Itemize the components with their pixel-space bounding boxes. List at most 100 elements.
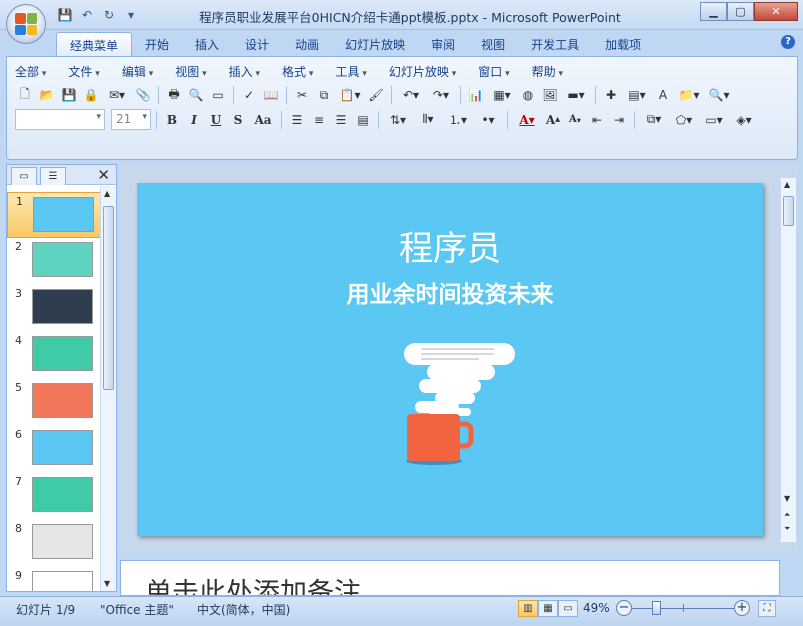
tab-developer[interactable]: 开发工具	[518, 32, 592, 56]
menu-file[interactable]: 文件	[68, 63, 99, 80]
tab-home[interactable]: 开始	[132, 32, 182, 56]
close-button[interactable]: ✕	[754, 2, 798, 21]
menu-slideshow[interactable]: 幻灯片放映	[389, 63, 456, 80]
spelling-icon[interactable]: ✓	[239, 85, 259, 105]
slide-thumbnail-3[interactable]: 3	[7, 285, 101, 331]
shape-fill-icon[interactable]: ◈▾	[730, 110, 758, 130]
menu-tools[interactable]: 工具	[335, 63, 366, 80]
shadow-button[interactable]: S	[228, 110, 248, 130]
slide-thumbnail-5[interactable]: 5	[7, 379, 101, 425]
decrease-indent-icon[interactable]: ⇤	[587, 110, 607, 130]
redo-icon[interactable]: ↷▾	[427, 85, 455, 105]
scroll-up-icon[interactable]: ▲	[104, 189, 110, 198]
slide-thumbnail-2[interactable]: 2	[7, 238, 101, 284]
text-direction-icon[interactable]: ⇅▾	[384, 110, 412, 130]
layout-icon[interactable]: ▤▾	[623, 85, 651, 105]
color-grayscale-icon[interactable]: ▬▾	[562, 85, 590, 105]
tab-review[interactable]: 审阅	[418, 32, 468, 56]
slide-thumbnail-7[interactable]: 7	[7, 473, 101, 519]
slide-canvas[interactable]: 程序员 用业余时间投资未来	[137, 183, 763, 536]
grow-font-button[interactable]: A ▴	[543, 110, 563, 130]
tab-classic-menu[interactable]: 经典菜单	[56, 32, 133, 56]
save-icon[interactable]: 💾	[56, 6, 74, 24]
save-icon[interactable]: 💾	[59, 85, 79, 105]
slide-thumbnail-9[interactable]: 9	[7, 567, 101, 591]
research-icon[interactable]: 📖	[261, 85, 281, 105]
tab-outline-icon[interactable]: ☰	[40, 167, 66, 185]
scroll-down-icon[interactable]: ▼	[104, 579, 110, 588]
tab-slides-icon[interactable]: ▭	[11, 167, 37, 185]
attach-icon[interactable]: 📎	[133, 85, 153, 105]
menu-window[interactable]: 窗口	[478, 63, 509, 80]
slide-sorter-view-icon[interactable]: ▦	[538, 600, 558, 617]
email-icon[interactable]: ✉▾	[103, 85, 131, 105]
shapes-icon[interactable]: ⬠▾	[670, 110, 698, 130]
bold-button[interactable]: B	[162, 110, 182, 130]
scroll-thumb[interactable]	[783, 196, 794, 226]
help-icon[interactable]: ?	[781, 35, 795, 49]
change-case-button[interactable]: Aa	[250, 110, 276, 130]
previous-slide-icon[interactable]: ⏶	[784, 510, 790, 520]
notes-pane[interactable]: 单击此处添加备注	[120, 560, 780, 596]
notes-placeholder[interactable]: 单击此处添加备注	[145, 571, 361, 595]
font-color-button[interactable]: A ▾	[513, 110, 541, 130]
print-icon[interactable]: 🖶	[164, 85, 184, 105]
undo-icon[interactable]: ↶	[78, 6, 96, 24]
align-left-icon[interactable]: ☰	[287, 110, 307, 130]
office-button[interactable]	[6, 4, 46, 44]
insert-chart-icon[interactable]: 📊	[466, 85, 486, 105]
next-slide-icon[interactable]: ⏷	[784, 524, 790, 534]
tab-design[interactable]: 设计	[232, 32, 282, 56]
scroll-down-icon[interactable]: ▼	[784, 494, 790, 503]
menu-insert[interactable]: 插入	[229, 63, 260, 80]
insert-clipart-icon[interactable]: ◍	[518, 85, 538, 105]
fit-to-window-icon[interactable]: ⛶	[758, 600, 776, 617]
shrink-font-button[interactable]: A ▾	[565, 110, 585, 130]
new-slide-icon[interactable]: ✚	[601, 85, 621, 105]
zoom-out-icon[interactable]: −	[616, 600, 632, 616]
slide-scrollbar[interactable]: ▲ ▼ ⏶ ⏷	[780, 178, 796, 542]
scroll-up-icon[interactable]: ▲	[784, 180, 790, 189]
tab-animations[interactable]: 动画	[282, 32, 332, 56]
arrange-icon[interactable]: ⧉▾	[640, 110, 668, 130]
slide-title[interactable]: 程序员	[137, 221, 763, 270]
redo-icon[interactable]: ↻	[100, 6, 118, 24]
normal-view-icon[interactable]: ▥	[518, 600, 538, 617]
font-name-select[interactable]	[15, 109, 105, 130]
align-right-icon[interactable]: ☰	[331, 110, 351, 130]
language-indicator[interactable]: 中文(简体，中国)	[197, 601, 290, 618]
textbox-icon[interactable]: A	[653, 85, 673, 105]
find-icon[interactable]: 🔍▾	[705, 85, 733, 105]
slideshow-view-icon[interactable]: ▭	[558, 600, 578, 617]
tab-addins[interactable]: 加载项	[592, 32, 654, 56]
print-preview-icon[interactable]: 🔍	[186, 85, 206, 105]
increase-indent-icon[interactable]: ⇥	[609, 110, 629, 130]
open-icon[interactable]: 📂	[37, 85, 57, 105]
thumbnail-scrollbar[interactable]: ▲ ▼	[100, 186, 116, 591]
menu-help[interactable]: 帮助	[532, 63, 563, 80]
tab-insert[interactable]: 插入	[182, 32, 232, 56]
tab-slideshow[interactable]: 幻灯片放映	[332, 32, 418, 56]
menu-edit[interactable]: 编辑	[122, 63, 153, 80]
scroll-thumb[interactable]	[103, 206, 114, 390]
slide-subtitle[interactable]: 用业余时间投资未来	[137, 275, 763, 309]
folder-icon[interactable]: 📁▾	[675, 85, 703, 105]
tab-view[interactable]: 视图	[468, 32, 518, 56]
maximize-button[interactable]: ▢	[727, 2, 754, 21]
font-size-select[interactable]: 21	[111, 109, 151, 130]
close-panel-icon[interactable]: ✕	[97, 166, 110, 184]
menu-format[interactable]: 格式	[282, 63, 313, 80]
numbering-icon[interactable]: ⒈▾	[444, 110, 472, 130]
new-document-icon[interactable]: 🗋	[15, 85, 35, 105]
quick-print-icon[interactable]: ▭	[208, 85, 228, 105]
italic-button[interactable]: I	[184, 110, 204, 130]
zoom-level[interactable]: 49%	[583, 601, 610, 615]
undo-icon[interactable]: ↶▾	[397, 85, 425, 105]
menu-all[interactable]: 全部	[15, 63, 46, 80]
slide-thumbnail-1[interactable]: 1	[7, 192, 101, 238]
zoom-slider-thumb[interactable]	[652, 601, 661, 615]
minimize-button[interactable]: ▁	[700, 2, 727, 21]
format-painter-icon[interactable]: 🖌	[366, 85, 386, 105]
paste-icon[interactable]: 📋▾	[336, 85, 364, 105]
columns-icon[interactable]: ⫴▾	[414, 110, 442, 130]
